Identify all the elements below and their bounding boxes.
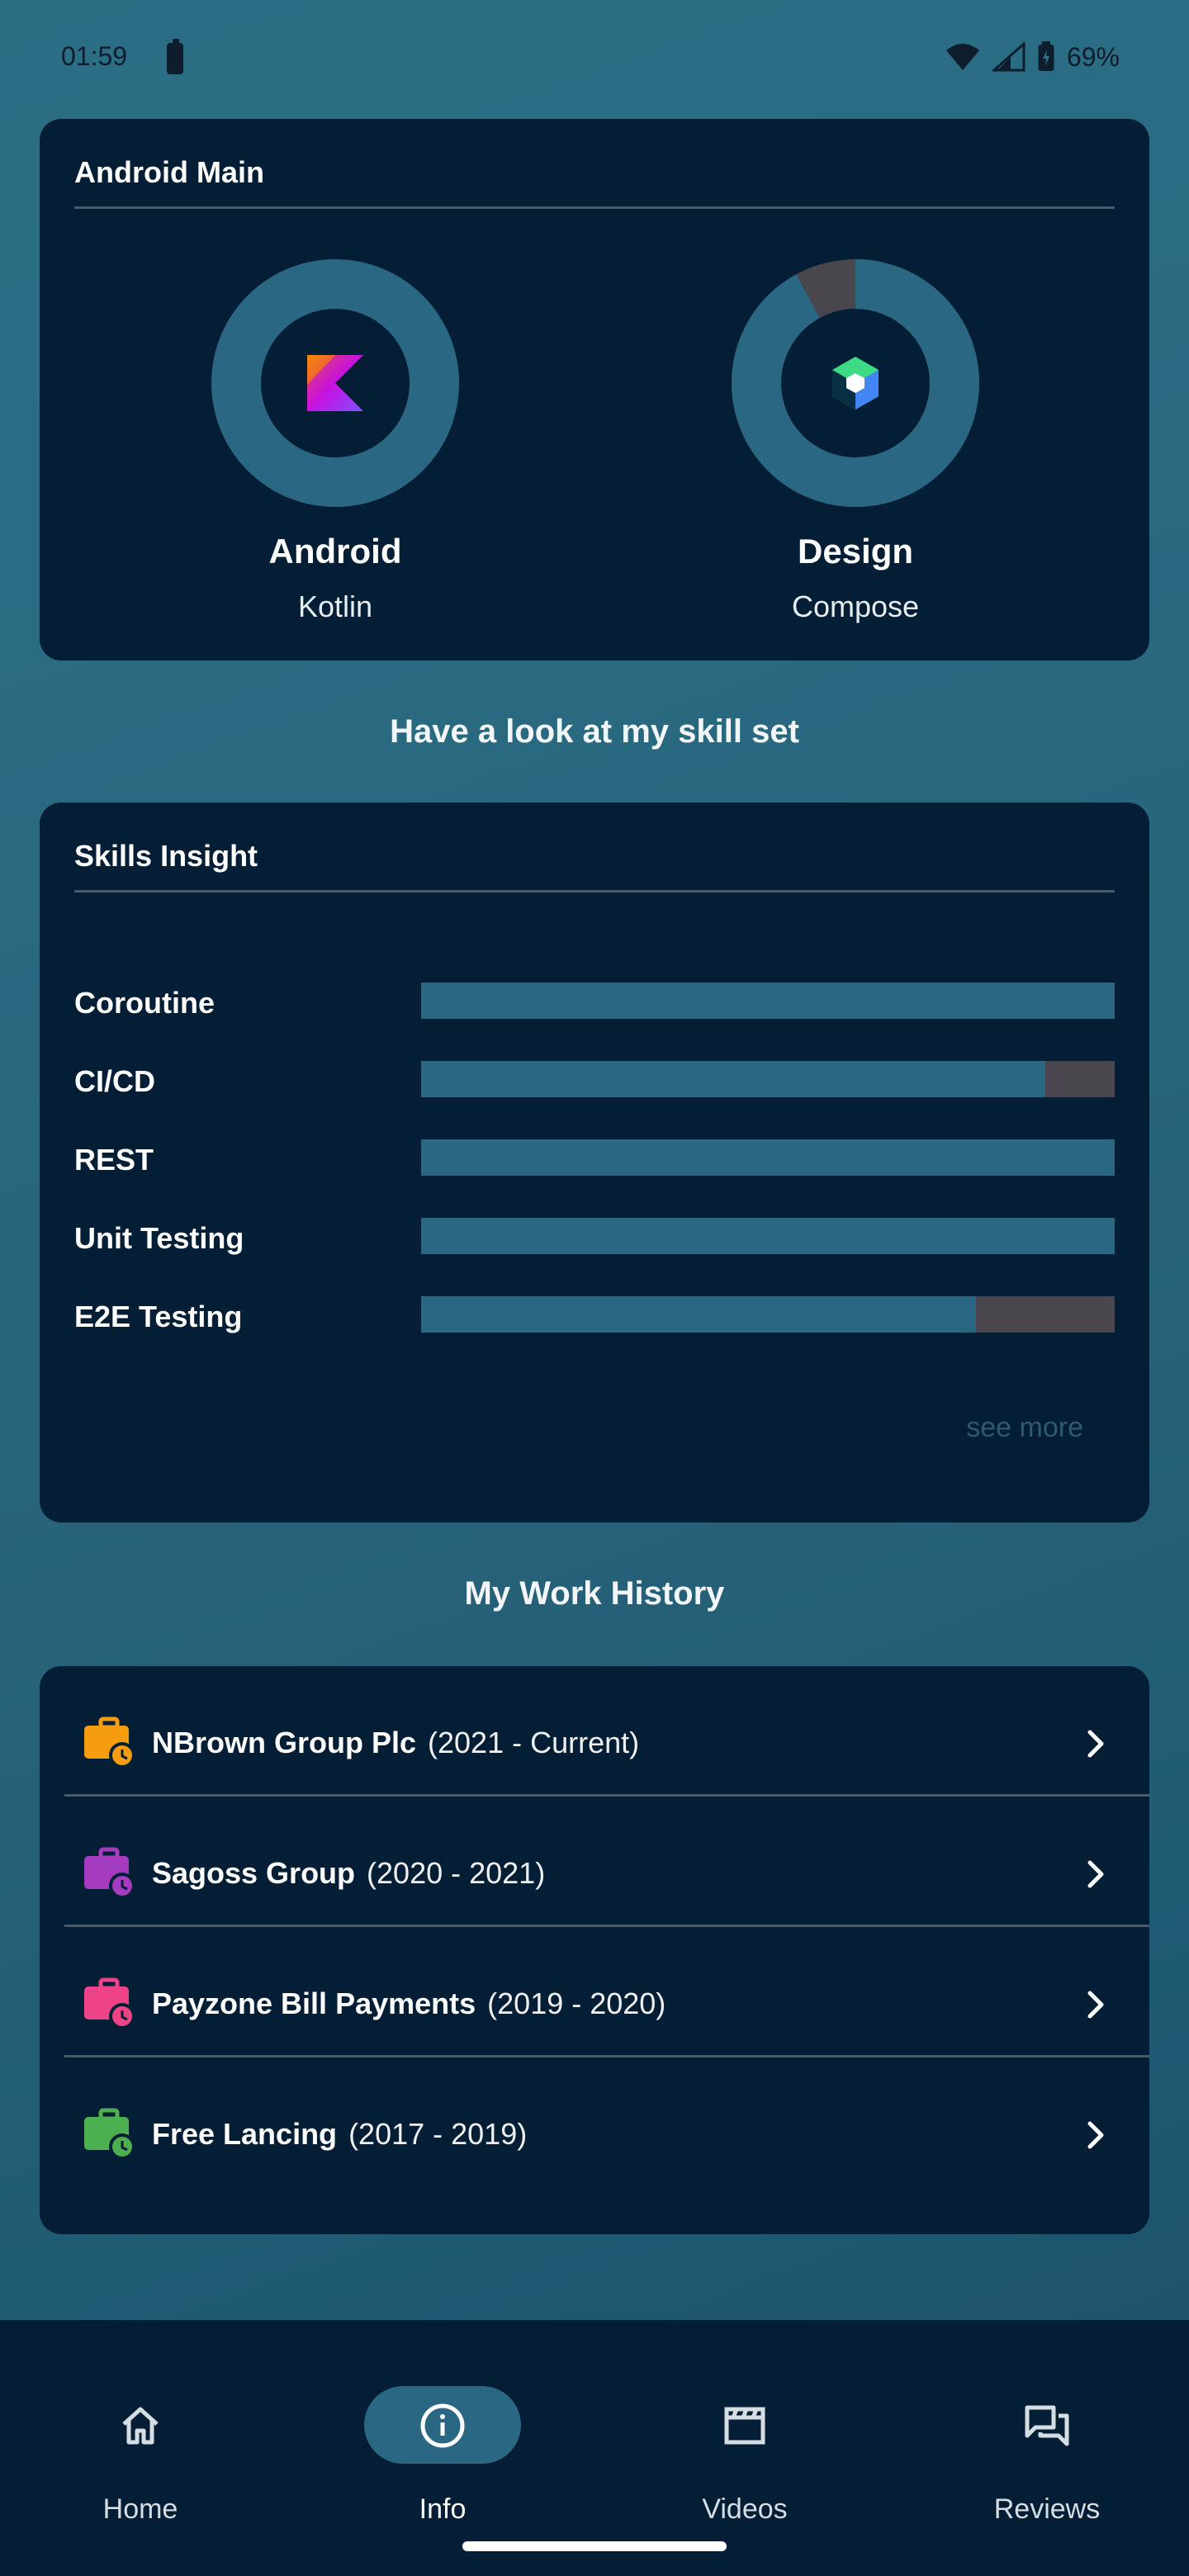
home-indicator [462, 2541, 727, 2551]
company-label: NBrown Group Plc [152, 1726, 417, 1759]
see-more-link[interactable]: see more [966, 1412, 1083, 1444]
reviews-icon [1025, 2405, 1069, 2446]
work-history-card: NBrown Group Plc (2021 - Current) Sagoss … [40, 1666, 1149, 2234]
kotlin-icon [307, 355, 363, 411]
battery-percent: 69% [1066, 41, 1120, 72]
nav-label: Reviews [993, 2493, 1101, 2525]
skill-bar [421, 1061, 1115, 1097]
company-name: Payzone Bill Payments (2019 - 2020) [152, 1986, 666, 2021]
card-title: Skills Insight [74, 839, 258, 873]
kotlin-label: Kotlin [297, 590, 373, 623]
work-history-icon [84, 1847, 135, 1899]
skill-bar [421, 1296, 1115, 1333]
home-icon [122, 2407, 159, 2445]
skills-heading: Have a look at my skill set [390, 713, 799, 750]
skill-bar-fill [421, 1218, 1115, 1254]
clapperboard-icon [724, 2407, 765, 2445]
info-icon [420, 2403, 465, 2448]
skill-bar [421, 983, 1115, 1019]
android-main-card: Android Main Android Kotlin Design Compo… [40, 119, 1149, 661]
skills-insight-card: Skills Insight Coroutine CI/CD REST Unit… [40, 803, 1149, 1522]
work-history-icon [84, 1717, 135, 1769]
skill-label: REST [74, 1143, 154, 1177]
chevron-right-icon [1087, 1860, 1104, 1888]
work-history-item[interactable]: Sagoss Group (2020 - 2021) [64, 1797, 1149, 1927]
design-label: Design [797, 532, 914, 571]
status-icons: 69% [945, 41, 1120, 73]
skill-bar-fill [421, 1139, 1115, 1176]
bottom-navigation: Home Info Videos Reviews [0, 2320, 1189, 2576]
skill-label: E2E Testing [74, 1300, 243, 1333]
skill-label: CI/CD [74, 1064, 155, 1098]
work-history-item[interactable]: Payzone Bill Payments (2019 - 2020) [64, 1927, 1149, 2057]
divider [74, 206, 1115, 209]
status-bar: 01:59 69% [0, 0, 1189, 116]
work-history-heading: My Work History [464, 1575, 725, 1612]
work-history-item[interactable]: NBrown Group Plc (2021 - Current) [64, 1666, 1149, 1797]
company-name: NBrown Group Plc (2021 - Current) [152, 1726, 639, 1760]
signal-icon [992, 42, 1026, 72]
battery-saver-icon [167, 39, 183, 74]
company-name: Free Lancing (2017 - 2019) [152, 2117, 527, 2152]
company-name: Sagoss Group (2020 - 2021) [152, 1856, 545, 1891]
wifi-icon [945, 44, 979, 70]
android-progress-donut [211, 259, 459, 507]
compose-label: Compose [791, 590, 920, 623]
chevron-right-icon [1087, 2121, 1104, 2149]
chevron-right-icon [1087, 1991, 1104, 2019]
skill-label: Unit Testing [74, 1221, 244, 1255]
work-history-icon [84, 1977, 135, 2029]
skill-bar-fill [421, 983, 1115, 1019]
skill-label: Coroutine [74, 986, 215, 1020]
skill-bar [421, 1218, 1115, 1254]
status-time: 01:59 [61, 41, 128, 71]
android-label: Android [268, 532, 402, 571]
work-history-icon [84, 2108, 135, 2160]
work-period: (2019 - 2020) [487, 1986, 666, 2020]
nav-label: Home [102, 2493, 178, 2525]
chevron-right-icon [1087, 1730, 1104, 1758]
work-period: (2021 - Current) [428, 1726, 640, 1759]
nav-label: Videos [702, 2493, 788, 2525]
company-label: Payzone Bill Payments [152, 1986, 476, 2020]
skill-bar [421, 1139, 1115, 1176]
design-progress-donut [732, 259, 979, 507]
battery-icon [1038, 41, 1054, 71]
nav-label: Info [419, 2493, 467, 2525]
skill-bar-fill [421, 1061, 1045, 1097]
work-period: (2020 - 2021) [367, 1856, 546, 1890]
divider [74, 890, 1115, 893]
skill-bar-fill [421, 1296, 976, 1333]
work-period: (2017 - 2019) [348, 2117, 528, 2151]
company-label: Sagoss Group [152, 1856, 356, 1890]
company-label: Free Lancing [152, 2117, 338, 2151]
compose-icon [832, 357, 879, 410]
work-history-item[interactable]: Free Lancing (2017 - 2019) [64, 2057, 1149, 2188]
card-title: Android Main [74, 155, 264, 189]
